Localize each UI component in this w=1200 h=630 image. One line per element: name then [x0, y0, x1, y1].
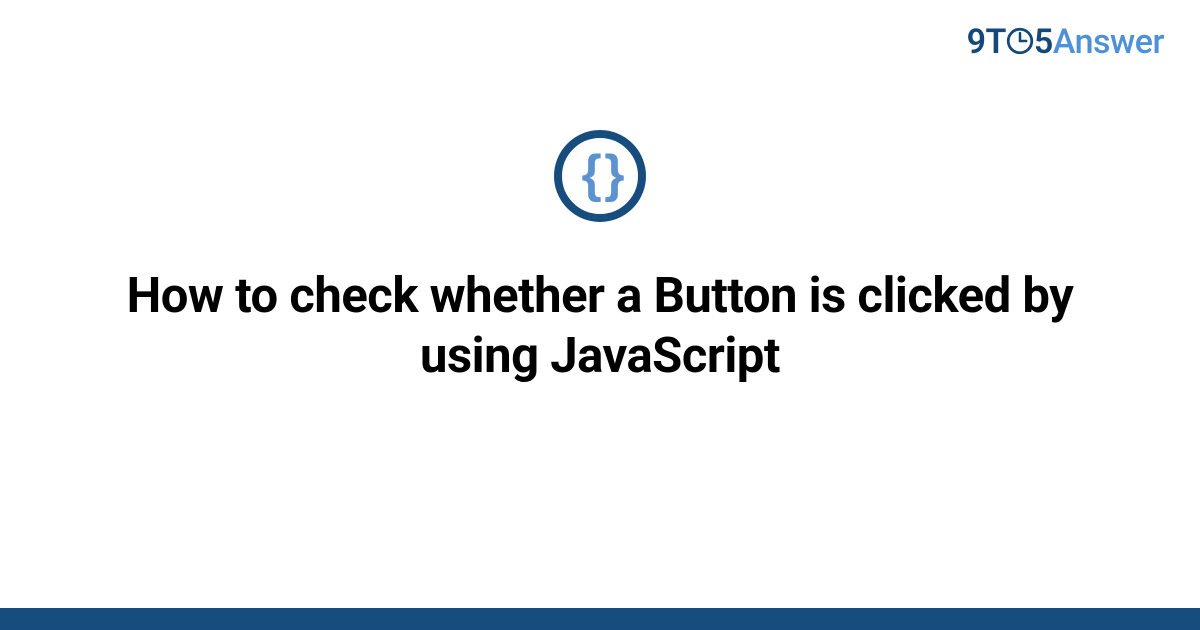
page-title: How to check whether a Button is clicked… — [120, 266, 1080, 386]
clock-icon — [1006, 27, 1034, 55]
code-braces-icon: { } — [582, 148, 619, 200]
category-badge: { } — [554, 130, 646, 222]
footer-accent-bar — [0, 608, 1200, 630]
brand-part-t: T — [986, 22, 1006, 62]
main-content: { } How to check whether a Button is cli… — [0, 130, 1200, 386]
brand-part-answer: Answer — [1053, 22, 1164, 62]
brand-part-five: 5 — [1034, 22, 1053, 62]
brand-part-nine: 9 — [967, 22, 986, 62]
brand-logo: 9T5Answer — [967, 22, 1164, 62]
